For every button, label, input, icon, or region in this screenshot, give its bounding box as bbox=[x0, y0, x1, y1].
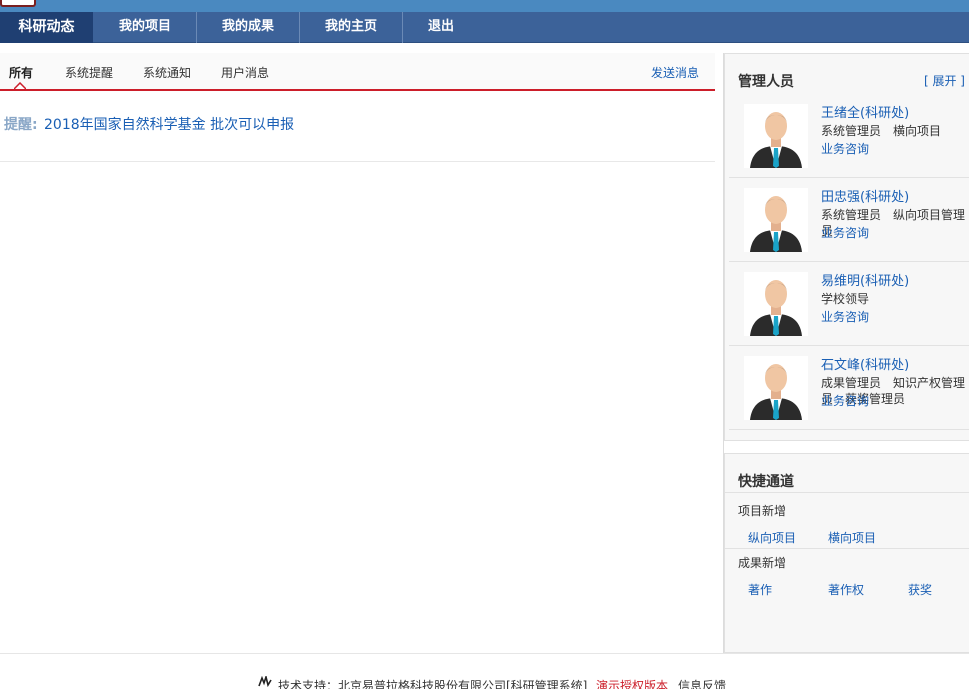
tech-support-text: 技术支持：北京易普拉格科技股份有限公司[科研管理系统] bbox=[278, 679, 588, 689]
consult-link[interactable]: 业务咨询 bbox=[821, 308, 869, 325]
quick-group-label: 成果新增 bbox=[738, 556, 787, 570]
shortcut-panel: 快捷通道 项目新增 纵向项目 横向项目 成果新增 著作 著作权 获奖 bbox=[724, 453, 969, 653]
expand-toggle[interactable]: [ 展开 ] bbox=[924, 72, 965, 89]
divider bbox=[725, 548, 969, 549]
consult-link[interactable]: 业务咨询 bbox=[821, 392, 869, 409]
quick-link-copyright[interactable]: 著作权 bbox=[828, 581, 864, 598]
divider bbox=[725, 492, 969, 493]
consult-link[interactable]: 业务咨询 bbox=[821, 140, 869, 157]
tab-all[interactable]: 所有 bbox=[9, 64, 33, 81]
admin-name[interactable]: 易维明(科研处) bbox=[821, 270, 909, 289]
admin-name[interactable]: 王绪全(科研处) bbox=[821, 102, 909, 121]
admins-panel: 管理人员 [ 展开 ] 王绪全(科研处) 系统管理员 横向项目 业务咨询 田忠强… bbox=[724, 53, 969, 441]
admin-card: 石文峰(科研处) 成果管理员 知识产权管理员 获奖管理员 业务咨询 bbox=[729, 346, 969, 430]
tab-user-messages[interactable]: 用户消息 bbox=[221, 64, 269, 81]
quick-group-label: 项目新增 bbox=[738, 504, 787, 518]
avatar-icon bbox=[744, 272, 808, 336]
nav-item-my-achievements[interactable]: 我的成果 bbox=[197, 12, 299, 43]
footer: 技术支持：北京易普拉格科技股份有限公司[科研管理系统] 演示授权版本 信息反馈 bbox=[0, 653, 969, 689]
quick-link-vertical-project[interactable]: 纵向项目 bbox=[748, 529, 796, 546]
nav-item-research-news[interactable]: 科研动态 bbox=[0, 12, 93, 43]
admin-name[interactable]: 石文峰(科研处) bbox=[821, 354, 909, 373]
message-tabs: 所有 系统提醒 系统通知 用户消息 发送消息 bbox=[0, 53, 715, 91]
nav-item-my-homepage[interactable]: 我的主页 bbox=[300, 12, 402, 43]
admin-card: 易维明(科研处) 学校领导 业务咨询 bbox=[729, 262, 969, 346]
message-type-label: 提醒: bbox=[4, 117, 38, 133]
app-root: 科研动态 我的项目 我的成果 我的主页 退出 所有 系统提醒 系统通知 用户消息… bbox=[0, 0, 969, 689]
avatar-icon bbox=[744, 188, 808, 252]
message-row[interactable]: 提醒: 2018年国家自然科学基金 批次可以申报 bbox=[0, 91, 715, 162]
nav-item-logout[interactable]: 退出 bbox=[403, 12, 479, 43]
admin-role: 系统管理员 横向项目 bbox=[821, 124, 942, 138]
feedback-link[interactable]: 信息反馈 bbox=[678, 677, 726, 689]
logo-fragment bbox=[0, 0, 36, 7]
admin-name[interactable]: 田忠强(科研处) bbox=[821, 186, 909, 205]
message-main: 所有 系统提醒 系统通知 用户消息 发送消息 提醒: 2018年国家自然科学基金… bbox=[0, 53, 715, 653]
admin-role: 学校领导 bbox=[821, 292, 870, 306]
admins-panel-title: 管理人员 bbox=[738, 74, 794, 90]
demo-license-link[interactable]: 演示授权版本 bbox=[596, 677, 668, 689]
consult-link[interactable]: 业务咨询 bbox=[821, 224, 869, 241]
shortcut-panel-title: 快捷通道 bbox=[738, 474, 794, 490]
quick-link-award[interactable]: 获奖 bbox=[908, 581, 932, 598]
admin-card: 田忠强(科研处) 系统管理员 纵向项目管理员 业务咨询 bbox=[729, 178, 969, 262]
main-nav: 科研动态 我的项目 我的成果 我的主页 退出 bbox=[0, 12, 969, 43]
active-tab-caret-icon bbox=[14, 82, 26, 89]
quick-link-book[interactable]: 著作 bbox=[748, 581, 772, 598]
top-banner-strip bbox=[0, 0, 969, 12]
company-logo-icon bbox=[258, 676, 272, 688]
tab-system-notice[interactable]: 系统通知 bbox=[143, 64, 191, 81]
avatar-icon bbox=[744, 104, 808, 168]
send-message-link[interactable]: 发送消息 bbox=[651, 64, 699, 81]
nav-item-my-projects[interactable]: 我的项目 bbox=[94, 12, 196, 43]
message-link[interactable]: 2018年国家自然科学基金 批次可以申报 bbox=[44, 114, 294, 134]
quick-link-horizontal-project[interactable]: 横向项目 bbox=[828, 529, 876, 546]
avatar-icon bbox=[744, 356, 808, 420]
tab-system-reminder[interactable]: 系统提醒 bbox=[65, 64, 113, 81]
admin-card: 王绪全(科研处) 系统管理员 横向项目 业务咨询 bbox=[729, 94, 969, 178]
